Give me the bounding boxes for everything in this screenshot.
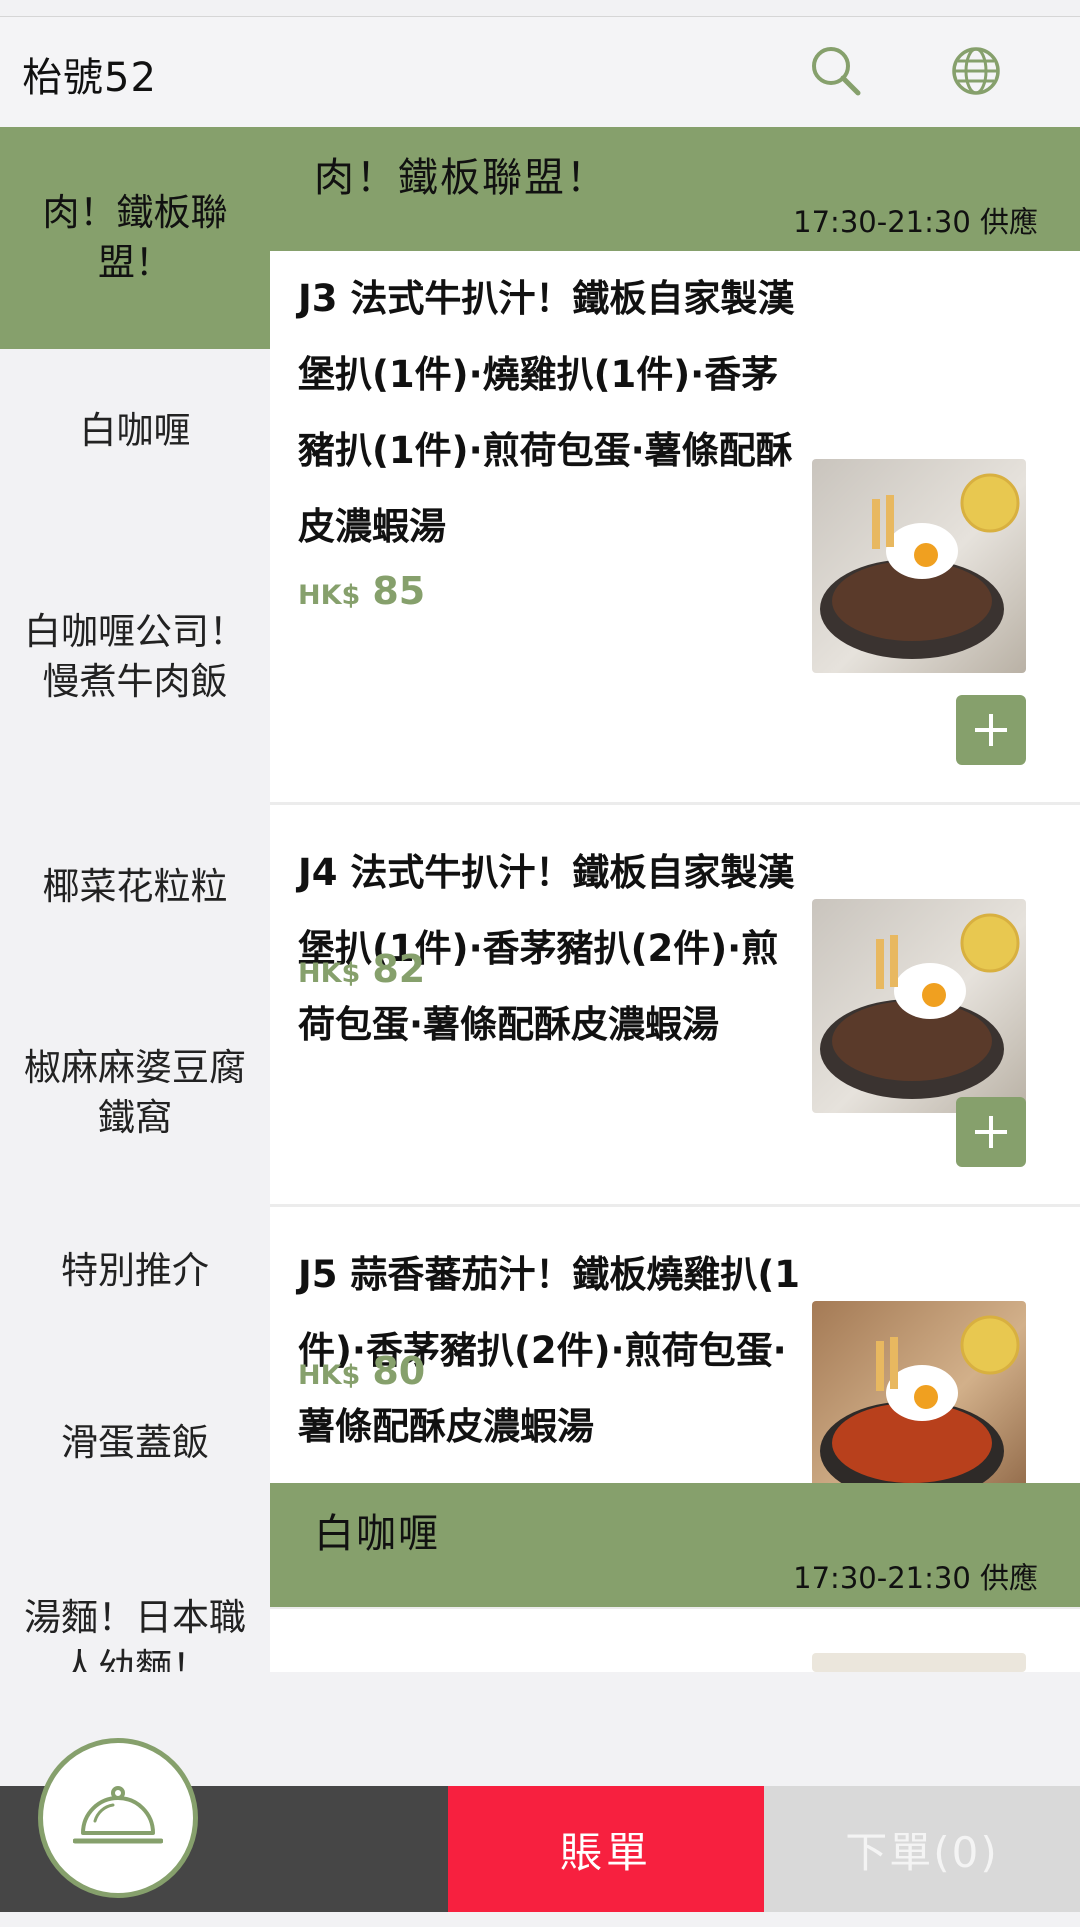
- section-title: 肉！鐵板聯盟！: [314, 155, 608, 201]
- section-time: 17:30-21:30 供應: [793, 205, 1038, 239]
- section-header: 肉！鐵板聯盟！ 17:30-21:30 供應: [270, 127, 1080, 251]
- plus-icon: [975, 714, 1007, 746]
- section-header: 白咖喱 17:30-21:30 供應: [270, 1483, 1080, 1607]
- add-to-cart-button[interactable]: [956, 1097, 1026, 1167]
- bill-button-label: 賬單: [559, 1827, 652, 1877]
- home-indicator-area: [0, 1912, 1080, 1927]
- sidebar-item-white-curry[interactable]: 白咖喱: [0, 371, 270, 491]
- sidebar-item-label: 特別推介: [61, 1249, 209, 1292]
- list-item[interactable]: J4 法式牛扒汁！鐵板自家製漢堡扒(1件)·香茅豬扒(2件)·煎荷包蛋·薯條配酥…: [270, 805, 1080, 1207]
- sidebar-item-label: 白咖喱: [79, 409, 191, 452]
- place-order-label: 下單(0): [845, 1827, 999, 1877]
- section-time: 17:30-21:30 供應: [793, 1561, 1038, 1595]
- sidebar-item-label: 椒麻麻婆豆腐鐵窩: [24, 1046, 246, 1139]
- section-title: 白咖喱: [314, 1511, 440, 1557]
- price-amount: 80: [372, 1349, 426, 1393]
- item-price: HK$ 85: [298, 569, 425, 613]
- sidebar-item-cauliflower[interactable]: 椰菜花粒粒: [0, 827, 270, 947]
- list-item[interactable]: J3 法式牛扒汁！鐵板自家製漢堡扒(1件)·燒雞扒(1件)·香茅豬扒(1件)·煎…: [270, 251, 1080, 805]
- search-icon[interactable]: [806, 41, 866, 101]
- price-amount: 82: [372, 947, 426, 991]
- item-image: [812, 459, 1026, 673]
- globe-icon[interactable]: [946, 41, 1006, 101]
- place-order-button[interactable]: 下單(0): [764, 1786, 1080, 1912]
- cloche-icon: [73, 1786, 163, 1844]
- status-bar-area: [0, 0, 1080, 17]
- sidebar-item-label: 滑蛋蓋飯: [61, 1421, 209, 1464]
- sidebar-item-specials[interactable]: 特別推介: [0, 1211, 270, 1331]
- price-currency: HK$: [298, 580, 361, 611]
- sidebar-item-meat-teppanyaki[interactable]: 肉！鐵板聯盟！: [0, 127, 270, 349]
- price-currency: HK$: [298, 1360, 361, 1391]
- item-image: [812, 899, 1026, 1113]
- bill-button[interactable]: 賬單: [448, 1786, 764, 1912]
- sidebar-item-white-curry-beef-rice[interactable]: 白咖喱公司！慢煮牛肉飯: [0, 577, 270, 737]
- table-number: 枱號52: [22, 55, 157, 101]
- sidebar-item-mapo-tofu[interactable]: 椒麻麻婆豆腐鐵窩: [0, 1013, 270, 1173]
- category-sidebar: 肉！鐵板聯盟！ 白咖喱 白咖喱公司！慢煮牛肉飯 椰菜花粒粒 椒麻麻婆豆腐鐵窩 特…: [0, 127, 270, 1672]
- sidebar-item-noodles[interactable]: 湯麵！日本職人幼麵！: [0, 1587, 270, 1672]
- item-price: HK$ 80: [298, 1349, 425, 1393]
- item-name: J3 法式牛扒汁！鐵板自家製漢堡扒(1件)·燒雞扒(1件)·香茅豬扒(1件)·煎…: [298, 277, 795, 548]
- sidebar-item-label: 肉！鐵板聯盟！: [42, 191, 228, 284]
- order-list-button[interactable]: [38, 1738, 198, 1898]
- menu-list: 肉！鐵板聯盟！ 17:30-21:30 供應 J3 法式牛扒汁！鐵板自家製漢堡扒…: [270, 127, 1080, 1672]
- header-bar: 枱號52: [0, 17, 1080, 127]
- item-price: HK$ 82: [298, 947, 425, 991]
- price-currency: HK$: [298, 958, 361, 989]
- price-amount: 85: [372, 569, 426, 613]
- sidebar-item-label: 白咖喱公司！慢煮牛肉飯: [24, 610, 246, 703]
- sidebar-item-scrambled-egg-rice[interactable]: 滑蛋蓋飯: [0, 1383, 270, 1503]
- plus-icon: [975, 1116, 1007, 1148]
- sidebar-item-label: 椰菜花粒粒: [42, 865, 228, 908]
- item-image: [812, 1653, 1026, 1672]
- sidebar-item-label: 湯麵！日本職人幼麵！: [24, 1596, 246, 1672]
- add-to-cart-button[interactable]: [956, 695, 1026, 765]
